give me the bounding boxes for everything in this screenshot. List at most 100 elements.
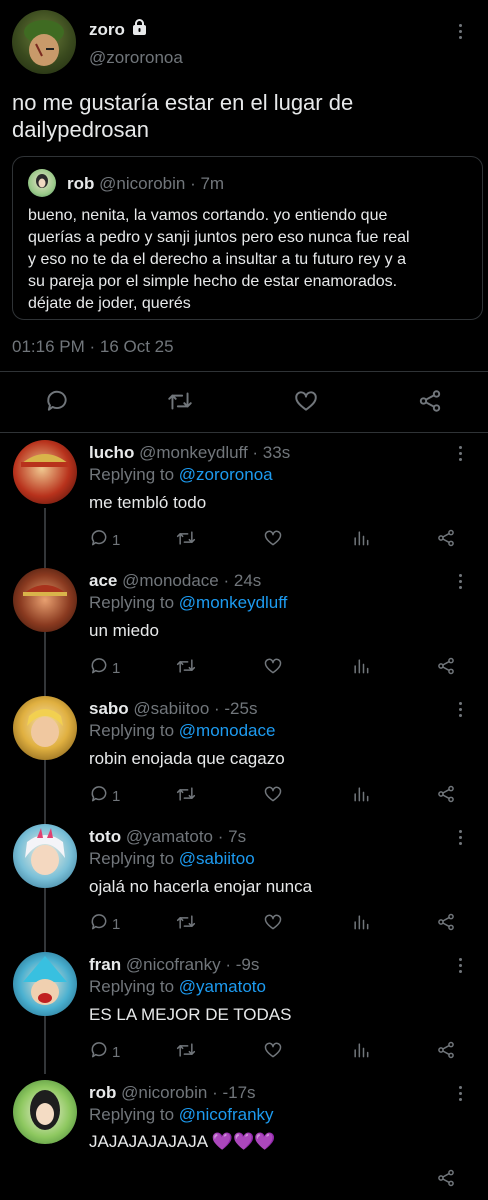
reply-button[interactable]: 1 bbox=[89, 912, 120, 937]
share-icon[interactable] bbox=[436, 656, 456, 681]
avatar[interactable] bbox=[13, 952, 77, 1016]
reply-author-handle[interactable]: @sabiitoo · -25s bbox=[133, 699, 257, 718]
reply-icon bbox=[89, 1040, 109, 1065]
reply-actions: 1 bbox=[89, 656, 469, 678]
reply-header: fran @nicofranky · -9s bbox=[89, 955, 259, 975]
reply-header: rob @nicorobin · -17s bbox=[89, 1083, 256, 1103]
divider bbox=[0, 432, 488, 433]
divider bbox=[0, 371, 488, 372]
reply-actions: 1 bbox=[89, 1040, 469, 1062]
retweet-icon[interactable] bbox=[175, 656, 197, 681]
reply-actions bbox=[89, 1168, 469, 1190]
replying-to-link[interactable]: @nicofranky bbox=[179, 1105, 274, 1124]
timestamp[interactable]: 01:16 PM · 16 Oct 25 bbox=[12, 337, 174, 357]
analytics-icon[interactable] bbox=[351, 1040, 371, 1065]
reply-button[interactable]: 1 bbox=[89, 656, 120, 681]
reply-text: me tembló todo bbox=[89, 493, 207, 512]
author-name-row: zoro bbox=[89, 19, 148, 41]
quote-header: rob @nicorobin · 7m bbox=[67, 174, 224, 194]
replying-to: Replying to @monkeydluff bbox=[89, 593, 287, 613]
analytics-icon[interactable] bbox=[351, 912, 371, 937]
analytics-icon[interactable] bbox=[351, 784, 371, 809]
reply-icon[interactable] bbox=[44, 388, 70, 419]
avatar[interactable] bbox=[13, 824, 77, 888]
replying-to: Replying to @zororonoa bbox=[89, 465, 273, 485]
like-icon[interactable] bbox=[263, 784, 283, 809]
retweet-icon[interactable] bbox=[175, 528, 197, 553]
avatar[interactable] bbox=[13, 568, 77, 632]
retweet-icon[interactable] bbox=[175, 784, 197, 809]
reply-actions: 1 bbox=[89, 912, 469, 934]
reply-author-name[interactable]: fran bbox=[89, 955, 121, 974]
retweet-icon[interactable] bbox=[175, 1040, 197, 1065]
like-icon[interactable] bbox=[293, 388, 319, 419]
reply-author-handle[interactable]: @nicofranky · -9s bbox=[126, 955, 259, 974]
reply-author-handle[interactable]: @monodace · 24s bbox=[122, 571, 261, 590]
replying-to-label: Replying to bbox=[89, 465, 175, 484]
replying-to-link[interactable]: @monodace bbox=[179, 721, 276, 740]
share-icon[interactable] bbox=[417, 388, 443, 419]
author-name[interactable]: zoro bbox=[89, 20, 125, 40]
more-options-icon[interactable] bbox=[457, 702, 463, 717]
more-options-icon[interactable] bbox=[457, 830, 463, 845]
replying-to-label: Replying to bbox=[89, 593, 175, 612]
more-options-icon[interactable] bbox=[457, 24, 463, 39]
analytics-icon[interactable] bbox=[351, 656, 371, 681]
avatar[interactable] bbox=[13, 1080, 77, 1144]
reply-button[interactable]: 1 bbox=[89, 1040, 120, 1065]
quote-text-line: querías a pedro y sanji juntos pero eso … bbox=[28, 229, 410, 246]
reply-icon bbox=[89, 912, 109, 937]
reply-author-name[interactable]: ace bbox=[89, 571, 117, 590]
replying-to-link[interactable]: @monkeydluff bbox=[179, 593, 288, 612]
reply-author-name[interactable]: lucho bbox=[89, 443, 134, 462]
reply-actions: 1 bbox=[89, 784, 469, 806]
reply-author-name[interactable]: rob bbox=[89, 1083, 116, 1102]
more-options-icon[interactable] bbox=[457, 574, 463, 589]
replying-to: Replying to @yamatoto bbox=[89, 977, 266, 997]
more-options-icon[interactable] bbox=[457, 958, 463, 973]
share-icon[interactable] bbox=[436, 784, 456, 809]
reply-author-name[interactable]: sabo bbox=[89, 699, 129, 718]
like-icon[interactable] bbox=[263, 528, 283, 553]
share-icon[interactable] bbox=[436, 1040, 456, 1065]
reply-count: 1 bbox=[112, 1044, 121, 1061]
reply-author-handle[interactable]: @yamatoto · 7s bbox=[126, 827, 246, 846]
avatar[interactable] bbox=[13, 440, 77, 504]
like-icon[interactable] bbox=[263, 912, 283, 937]
share-icon[interactable] bbox=[436, 912, 456, 937]
reply-author-handle[interactable]: @nicorobin · -17s bbox=[121, 1083, 255, 1102]
tweet-text: no me gustaría estar en el lugar de dail… bbox=[12, 89, 353, 143]
reply-button[interactable]: 1 bbox=[89, 784, 120, 809]
quote-text-line: y eso no te da el derecho a insultar a t… bbox=[28, 251, 406, 268]
quote-text-line: su pareja por el simple hecho de estar e… bbox=[28, 273, 398, 290]
replying-to-label: Replying to bbox=[89, 1105, 175, 1124]
like-icon[interactable] bbox=[263, 1040, 283, 1065]
reply-icon bbox=[89, 656, 109, 681]
replying-to-link[interactable]: @yamatoto bbox=[179, 977, 266, 996]
retweet-icon[interactable] bbox=[166, 388, 194, 419]
reply-text: robin enojada que cagazo bbox=[89, 749, 285, 768]
reply-header: sabo @sabiitoo · -25s bbox=[89, 699, 257, 719]
reply-author-handle[interactable]: @monkeydluff · 33s bbox=[139, 443, 290, 462]
avatar[interactable] bbox=[13, 696, 77, 760]
reply-author-name[interactable]: toto bbox=[89, 827, 121, 846]
more-options-icon[interactable] bbox=[457, 1086, 463, 1101]
tweet-text-line: no me gustaría estar en el lugar de bbox=[12, 90, 354, 115]
more-options-icon[interactable] bbox=[457, 446, 463, 461]
avatar[interactable] bbox=[12, 10, 76, 74]
share-icon[interactable] bbox=[436, 528, 456, 553]
like-icon[interactable] bbox=[263, 656, 283, 681]
retweet-icon[interactable] bbox=[175, 912, 197, 937]
author-handle[interactable]: @zororonoa bbox=[89, 48, 183, 68]
replying-to-link[interactable]: @zororonoa bbox=[179, 465, 273, 484]
analytics-icon[interactable] bbox=[351, 528, 371, 553]
reply-button[interactable]: 1 bbox=[89, 528, 120, 553]
share-icon[interactable] bbox=[436, 1168, 456, 1193]
quoted-tweet[interactable]: rob @nicorobin · 7m bueno, nenita, la va… bbox=[12, 156, 483, 320]
reply-text: JAJAJAJAJAJA 💜💜💜 bbox=[89, 1132, 276, 1151]
replying-to-link[interactable]: @sabiitoo bbox=[179, 849, 255, 868]
reply-actions: 1 bbox=[89, 528, 469, 550]
quote-author-handle: @nicorobin · 7m bbox=[99, 174, 225, 193]
reply-text: ojalá no hacerla enojar nunca bbox=[89, 877, 313, 896]
replying-to-label: Replying to bbox=[89, 721, 175, 740]
